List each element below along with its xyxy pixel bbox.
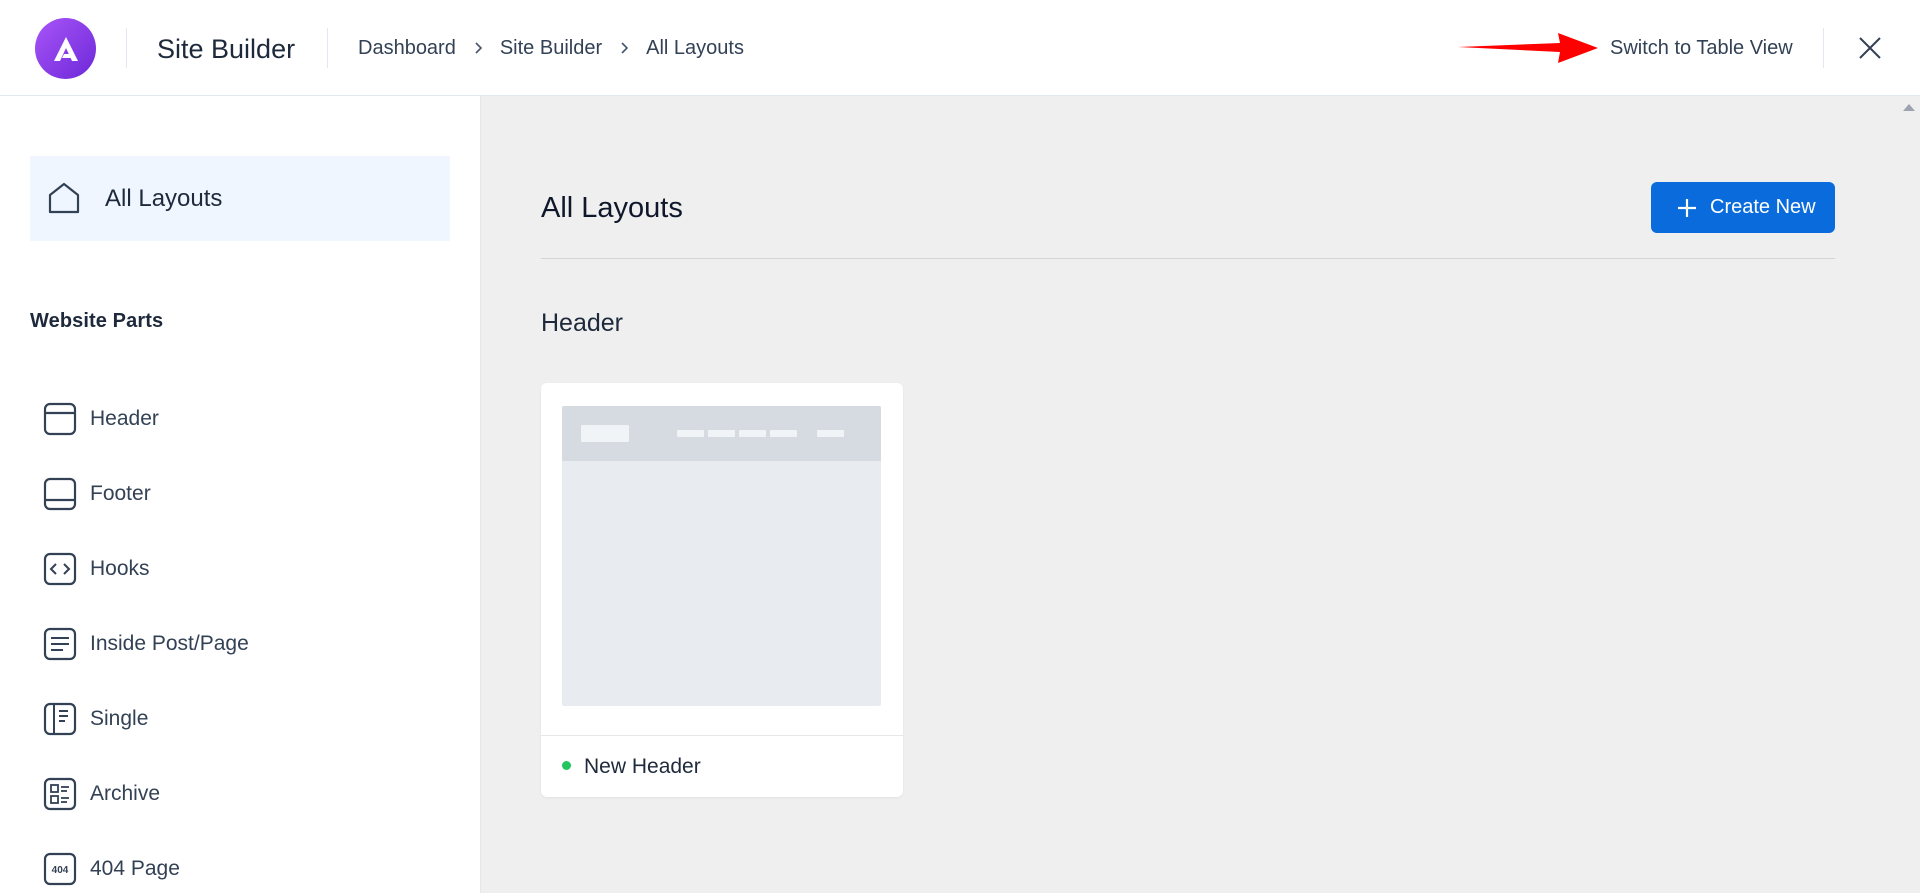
- breadcrumb-all-layouts: All Layouts: [646, 37, 744, 59]
- red-arrow-annotation-icon: [1458, 31, 1600, 70]
- layout-preview-thumbnail: [562, 406, 881, 706]
- preview-menu-placeholder: [817, 430, 844, 437]
- sidebar-item-footer[interactable]: Footer: [30, 469, 450, 519]
- preview-header-bar: [562, 406, 881, 461]
- sidebar-item-header[interactable]: Header: [30, 394, 450, 444]
- sidebar-item-label: Single: [90, 707, 149, 730]
- divider: [1823, 28, 1824, 68]
- breadcrumb-dashboard[interactable]: Dashboard: [358, 36, 456, 60]
- sidebar-item-label: 404 Page: [90, 857, 180, 880]
- chevron-right-icon: [602, 41, 646, 55]
- sidebar-item-label: Hooks: [90, 557, 150, 580]
- sidebar: All Layouts Website Parts Header Footer …: [0, 96, 481, 893]
- sidebar-item-label: Archive: [90, 782, 161, 805]
- preview-menu-placeholder: [677, 430, 704, 437]
- breadcrumb-site-builder[interactable]: Site Builder: [500, 36, 602, 60]
- close-icon[interactable]: [1855, 33, 1885, 63]
- content-lines-icon: [43, 627, 77, 661]
- astra-logo-icon[interactable]: [35, 18, 96, 79]
- sidebar-item-label: Footer: [90, 482, 151, 505]
- sidebar-item-label: Inside Post/Page: [90, 632, 249, 655]
- chevron-right-icon: [456, 41, 500, 55]
- sidebar-item-single[interactable]: Single: [30, 694, 450, 744]
- divider: [541, 258, 1835, 259]
- page-title: All Layouts: [541, 192, 683, 224]
- svg-text:404: 404: [52, 865, 69, 876]
- layout-card-footer: New Header: [541, 735, 903, 797]
- scroll-up-arrow-icon[interactable]: [1903, 104, 1915, 111]
- sidebar-item-hooks[interactable]: Hooks: [30, 544, 450, 594]
- sidebar-item-label: All Layouts: [105, 185, 223, 212]
- layout-card-name: New Header: [584, 755, 701, 778]
- sidebar-item-all-layouts[interactable]: All Layouts: [30, 156, 450, 241]
- preview-logo-placeholder: [581, 425, 629, 442]
- preview-menu-placeholder: [739, 430, 766, 437]
- plus-icon: [1676, 197, 1698, 219]
- group-title-header: Header: [541, 309, 623, 337]
- preview-menu-placeholder: [770, 430, 797, 437]
- create-new-label: Create New: [1710, 196, 1816, 218]
- home-icon: [46, 180, 82, 221]
- code-icon: [43, 552, 77, 586]
- app-title: Site Builder: [157, 34, 296, 64]
- section-title-website-parts: Website Parts: [30, 310, 164, 332]
- top-bar: Site Builder Dashboard Site Builder All …: [0, 0, 1920, 96]
- sidebar-item-inside-post-page[interactable]: Inside Post/Page: [30, 619, 450, 669]
- archive-grid-icon: [43, 777, 77, 811]
- footer-layout-icon: [43, 477, 77, 511]
- 404-icon: 404: [43, 852, 77, 886]
- breadcrumb: Dashboard Site Builder All Layouts: [358, 36, 744, 60]
- preview-menu-placeholder: [708, 430, 735, 437]
- create-new-button[interactable]: Create New: [1651, 182, 1835, 233]
- layout-card[interactable]: New Header: [541, 383, 903, 797]
- switch-to-table-view-link[interactable]: Switch to Table View: [1610, 36, 1793, 60]
- single-post-icon: [43, 702, 77, 736]
- divider: [327, 28, 328, 68]
- sidebar-item-label: Header: [90, 407, 159, 430]
- sidebar-item-archive[interactable]: Archive: [30, 769, 450, 819]
- divider: [126, 28, 127, 68]
- header-layout-icon: [43, 402, 77, 436]
- sidebar-item-404-page[interactable]: 404 404 Page: [30, 844, 450, 893]
- main-content: All Layouts Create New Header New Header: [481, 96, 1920, 893]
- status-published-dot-icon: [562, 761, 571, 770]
